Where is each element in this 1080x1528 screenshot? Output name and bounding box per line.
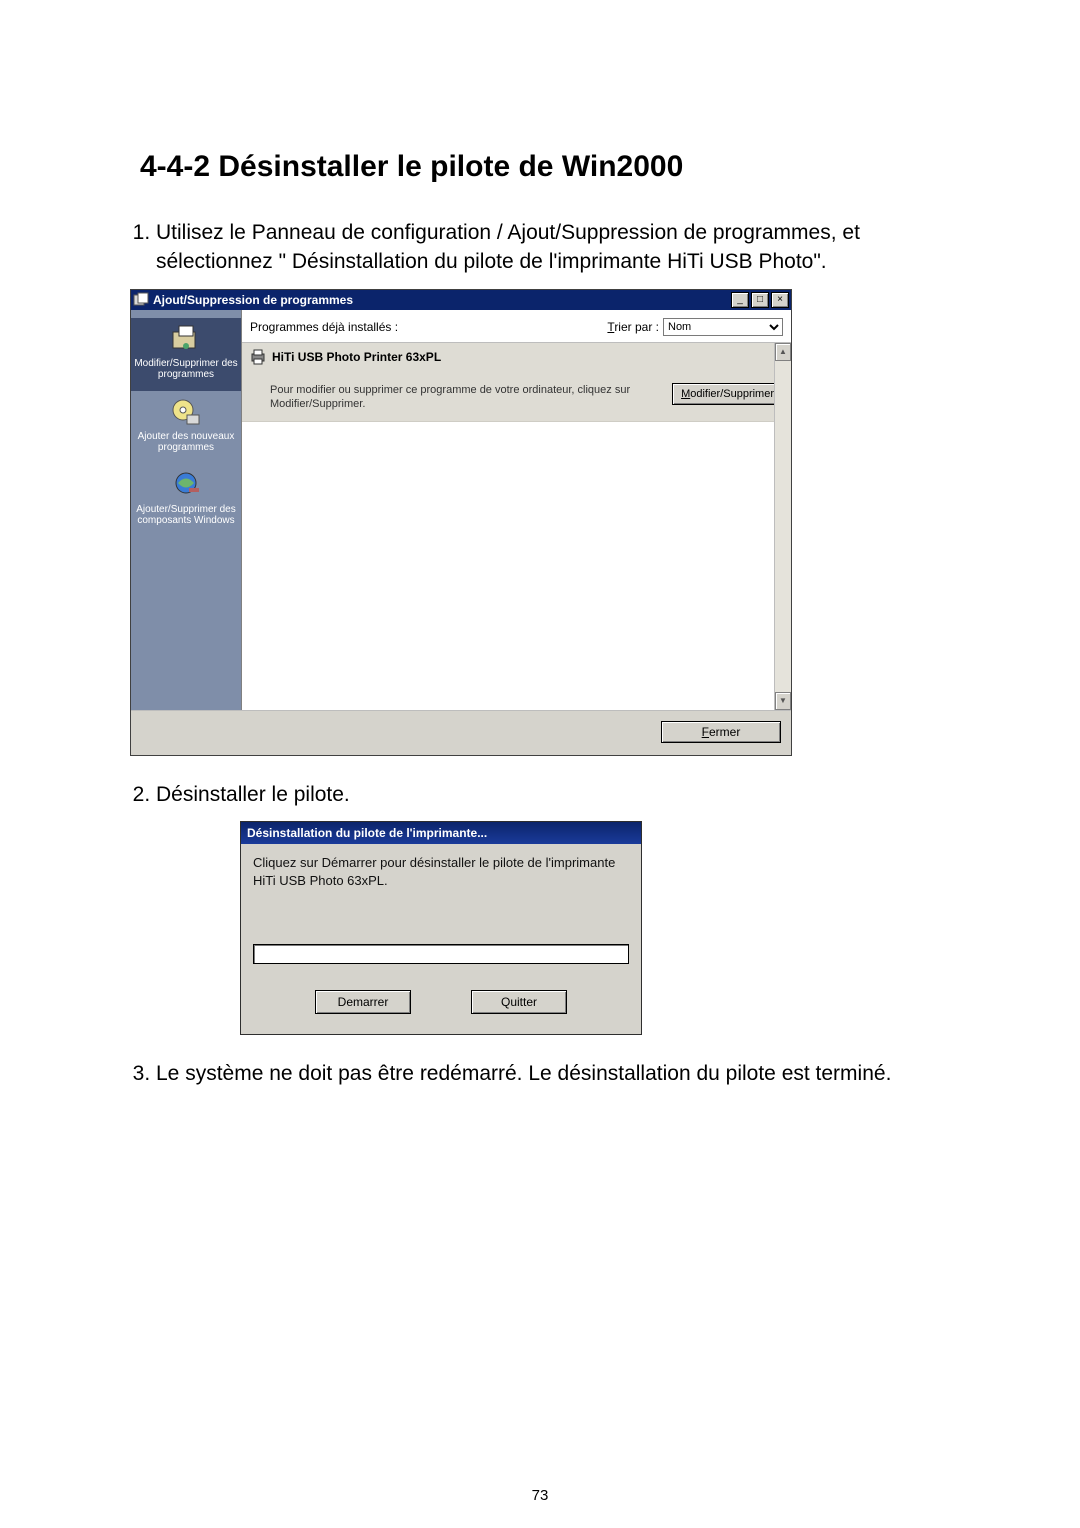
program-description: Pour modifier ou supprimer ce programme … [250, 383, 672, 412]
quit-button[interactable]: Quitter [471, 990, 567, 1014]
step-1: Utilisez le Panneau de configuration / A… [156, 218, 960, 277]
scroll-down-icon[interactable]: ▼ [775, 692, 791, 710]
printer-icon [250, 349, 266, 365]
minimize-button[interactable]: _ [731, 292, 749, 308]
add-remove-programs-window: Ajout/Suppression de programmes _ □ × Mo… [130, 289, 792, 756]
dialog-body-text: Cliquez sur Démarrer pour désinstaller l… [241, 844, 641, 944]
globe-icon [169, 470, 203, 500]
sidebar: Modifier/Supprimer des programmes Ajoute… [131, 310, 241, 710]
start-button[interactable]: Demarrer [315, 990, 411, 1014]
disc-icon [169, 397, 203, 427]
close-button[interactable]: Fermer [661, 721, 781, 743]
step-3: Le système ne doit pas être redémarré. L… [156, 1059, 960, 1088]
sort-by-label: Trier par : [607, 320, 659, 334]
dialog-title[interactable]: Désinstallation du pilote de l'imprimant… [241, 822, 641, 844]
modify-remove-button[interactable]: Modifier/Supprimer [672, 383, 783, 405]
sidebar-item-windows-components[interactable]: Ajouter/Supprimer des composants Windows [131, 464, 241, 537]
sidebar-item-label: Ajouter/Supprimer des composants Windows [136, 504, 236, 527]
app-icon [133, 292, 149, 308]
sidebar-item-add-new[interactable]: Ajouter des nouveaux programmes [131, 391, 241, 464]
box-icon [169, 324, 203, 354]
maximize-button[interactable]: □ [751, 292, 769, 308]
installed-programs-label: Programmes déjà installés : [250, 320, 398, 334]
uninstall-dialog: Désinstallation du pilote de l'imprimant… [240, 821, 642, 1035]
sidebar-item-change-remove[interactable]: Modifier/Supprimer des programmes [131, 318, 241, 391]
progress-bar [253, 944, 629, 964]
scroll-up-icon[interactable]: ▲ [775, 343, 791, 361]
step-2: Désinstaller le pilote. [156, 780, 960, 809]
program-name: HiTi USB Photo Printer 63xPL [272, 350, 441, 364]
close-icon[interactable]: × [771, 292, 789, 308]
sidebar-item-label: Modifier/Supprimer des programmes [134, 358, 237, 381]
scrollbar[interactable]: ▲ ▼ [774, 343, 791, 710]
sort-by-select[interactable]: Nom [663, 318, 783, 336]
sidebar-item-label: Ajouter des nouveaux programmes [138, 431, 235, 454]
window-titlebar[interactable]: Ajout/Suppression de programmes _ □ × [131, 290, 791, 310]
section-heading: 4-4-2 Désinstaller le pilote de Win2000 [140, 150, 960, 184]
page-number: 73 [0, 1487, 1080, 1504]
window-title: Ajout/Suppression de programmes [153, 293, 731, 307]
program-row[interactable]: HiTi USB Photo Printer 63xPL Pour modifi… [242, 343, 791, 423]
